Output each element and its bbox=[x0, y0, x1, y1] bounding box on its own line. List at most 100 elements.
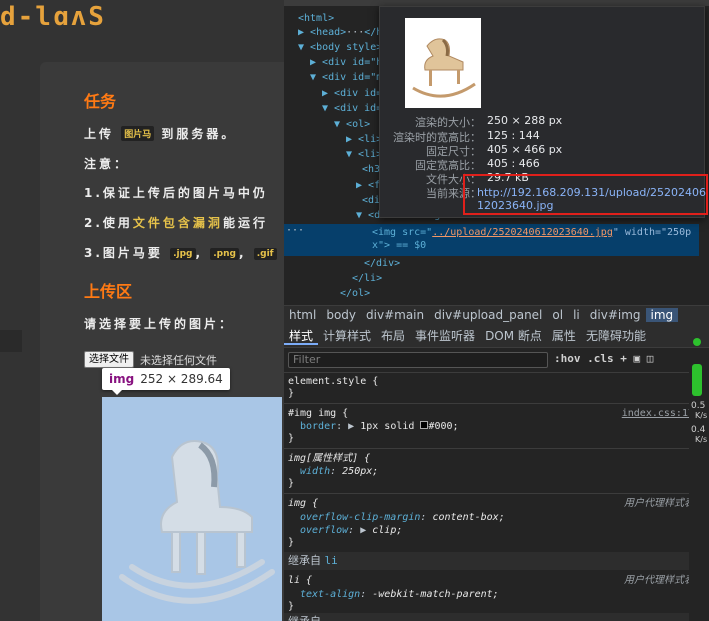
note-2: 2.使用文件包含漏洞能运行 bbox=[84, 214, 268, 231]
note-2-post: 能运行 bbox=[222, 216, 268, 230]
cls-toggle[interactable]: .cls bbox=[587, 352, 614, 365]
rule-close: } bbox=[288, 478, 295, 489]
dom-line[interactable]: ▶ <head>···</he bbox=[298, 27, 388, 39]
tooltip-size: 252 × 289.64 bbox=[140, 372, 223, 386]
rule-selector[interactable]: img[属性样式] { bbox=[288, 453, 370, 465]
crumb[interactable]: html bbox=[284, 308, 321, 322]
side-tab[interactable] bbox=[0, 330, 22, 352]
status-dot bbox=[693, 338, 701, 346]
task-line: 上传 图片马 到服务器。 bbox=[84, 125, 236, 142]
rocking-horse-thumb-icon bbox=[412, 38, 476, 98]
rule-close: } bbox=[288, 537, 295, 548]
dom-line[interactable]: <html> bbox=[298, 13, 334, 25]
tooltip-tag: img bbox=[109, 372, 135, 386]
dom-line[interactable]: </ol> bbox=[340, 288, 370, 300]
styles-tab-bar: 样式 计算样式 布局 事件监听器 DOM 断点 属性 无障碍功能 bbox=[284, 325, 709, 348]
rule-source: 用户代理样式表 bbox=[624, 575, 694, 586]
note-label: 注意： bbox=[84, 157, 130, 171]
dom-line[interactable]: <h3 bbox=[362, 164, 380, 176]
choose-file-button[interactable]: 选择文件 bbox=[84, 351, 134, 368]
rocking-horse-icon bbox=[119, 440, 275, 604]
dom-line[interactable]: ▼ <li> bbox=[346, 149, 382, 161]
net-up-value: 0.5 bbox=[691, 401, 706, 411]
rule-declaration: overflow: ▶ clip; bbox=[300, 525, 403, 536]
file-none-label: 未选择任何文件 bbox=[140, 354, 217, 367]
crumb[interactable]: li bbox=[568, 308, 585, 322]
styles-filter-input[interactable]: Filter bbox=[288, 352, 548, 368]
image-size-tooltip: img 252 × 289.64 bbox=[102, 368, 230, 395]
styles-rules: element.style { } #img img { index.css:1… bbox=[284, 373, 698, 621]
tab-computed[interactable]: 计算样式 bbox=[318, 329, 376, 343]
rule-element-style[interactable]: element.style { bbox=[288, 376, 378, 388]
rule-declaration[interactable]: width: 250px; bbox=[300, 466, 378, 478]
rule-selector[interactable]: #img img { bbox=[288, 408, 348, 420]
web-page: d-lɑʌS 任务 上传 图片马 到服务器。 注意： 1.保证上传后的图片马中仍… bbox=[0, 0, 284, 621]
tab-properties[interactable]: 属性 bbox=[547, 329, 581, 343]
task-title: 任务 bbox=[84, 92, 117, 111]
crumb[interactable]: div#main bbox=[361, 308, 429, 322]
dom-line[interactable]: ▼ <div id="ma bbox=[310, 72, 388, 84]
rule-close: } bbox=[288, 433, 295, 444]
tab-layout[interactable]: 布局 bbox=[376, 329, 410, 343]
uploaded-image bbox=[102, 397, 282, 621]
dom-line[interactable]: ▼ <ol> bbox=[334, 119, 370, 131]
note-3-pre: 3.图片马要 bbox=[84, 246, 163, 260]
source-url-link[interactable]: http://192.168.209.131/upload/25202406 1… bbox=[477, 186, 706, 212]
rule-source-link[interactable]: index.css:17 bbox=[622, 408, 694, 420]
dom-ellipsis: ··· bbox=[286, 225, 305, 236]
rule-declaration: text-align: -webkit-match-parent; bbox=[300, 589, 499, 600]
note-2-pre: 2.使用 bbox=[84, 216, 133, 230]
dom-line[interactable]: ▶ <li> bbox=[346, 134, 382, 146]
ext-gif: .gif bbox=[253, 248, 277, 260]
inherited-from-header-2: 继承自 bbox=[284, 613, 698, 621]
site-logo: d-lɑʌS bbox=[0, 2, 106, 32]
crumb[interactable]: div#upload_panel bbox=[429, 308, 547, 322]
dom-line[interactable]: </li> bbox=[352, 273, 382, 285]
net-up-unit: K/s bbox=[695, 411, 708, 420]
note-1: 1.保证上传后的图片马中仍 bbox=[84, 186, 268, 200]
add-rule-icon[interactable]: + bbox=[620, 352, 627, 365]
rule-close: } bbox=[288, 388, 295, 399]
tab-dom-breakpoints[interactable]: DOM 断点 bbox=[480, 329, 547, 343]
crumb[interactable]: div#img bbox=[585, 308, 646, 322]
crumb[interactable]: body bbox=[321, 308, 361, 322]
crumb[interactable]: ol bbox=[547, 308, 568, 322]
dom-line[interactable]: ▶ <div id="he bbox=[310, 57, 388, 69]
choose-label: 请选择要上传的图片： bbox=[84, 317, 235, 331]
screen: d-lɑʌS 任务 上传 图片马 到服务器。 注意： 1.保证上传后的图片马中仍… bbox=[0, 0, 709, 621]
rule-selector[interactable]: li { bbox=[288, 575, 312, 587]
tab-styles[interactable]: 样式 bbox=[284, 329, 319, 345]
paint-icon[interactable]: ▣ bbox=[634, 352, 641, 365]
note-2-highlight: 文件包含漏洞 bbox=[132, 216, 223, 230]
img-tag-open: <img src="../upload/2520240612023640.jpg… bbox=[372, 227, 692, 238]
net-down-value: 0.4 bbox=[691, 425, 706, 435]
rule-selector[interactable]: img { bbox=[288, 498, 318, 510]
perf-bar bbox=[692, 364, 702, 396]
styles-filter-row: Filter :hov .cls + ▣ ◫ bbox=[284, 349, 689, 373]
sidebar-toggle-icon[interactable]: ◫ bbox=[647, 352, 654, 365]
inherited-from-header: 继承自 li bbox=[284, 552, 698, 570]
image-preview-thumb bbox=[405, 18, 481, 108]
tab-event-listeners[interactable]: 事件监听器 bbox=[410, 329, 480, 343]
selected-dom-line[interactable]: ··· <img src="../upload/2520240612023640… bbox=[284, 224, 699, 256]
hov-toggle[interactable]: :hov bbox=[554, 352, 581, 365]
upload-title: 上传区 bbox=[84, 282, 133, 301]
img-tag-close: x"> == $0 bbox=[372, 240, 427, 251]
rule-declaration[interactable]: border: ▶ 1px solid #000; bbox=[300, 421, 459, 433]
rule-declaration: overflow-clip-margin: content-box; bbox=[300, 512, 505, 523]
filter-tools: :hov .cls + ▣ ◫ bbox=[554, 352, 653, 365]
task-line-pre: 上传 bbox=[84, 127, 115, 141]
tab-accessibility[interactable]: 无障碍功能 bbox=[581, 329, 651, 343]
task-tag: 图片马 bbox=[121, 126, 155, 141]
rule-close: } bbox=[288, 601, 295, 612]
dom-line[interactable]: </div> bbox=[364, 258, 400, 270]
ext-jpg: .jpg bbox=[170, 248, 196, 260]
note-3: 3.图片马要 .jpg, .png, .gif 三 bbox=[84, 244, 284, 261]
rule-source: 用户代理样式表 bbox=[624, 498, 694, 509]
dom-breadcrumb: html body div#main div#upload_panel ol li div#… bbox=[284, 305, 709, 325]
crumb-active[interactable]: img bbox=[645, 308, 679, 322]
ext-png: .png bbox=[210, 248, 239, 260]
task-line-post: 到服务器。 bbox=[161, 127, 237, 141]
dom-line[interactable]: ▼ <body style> bbox=[298, 42, 382, 54]
net-down-unit: K/s bbox=[695, 435, 708, 444]
